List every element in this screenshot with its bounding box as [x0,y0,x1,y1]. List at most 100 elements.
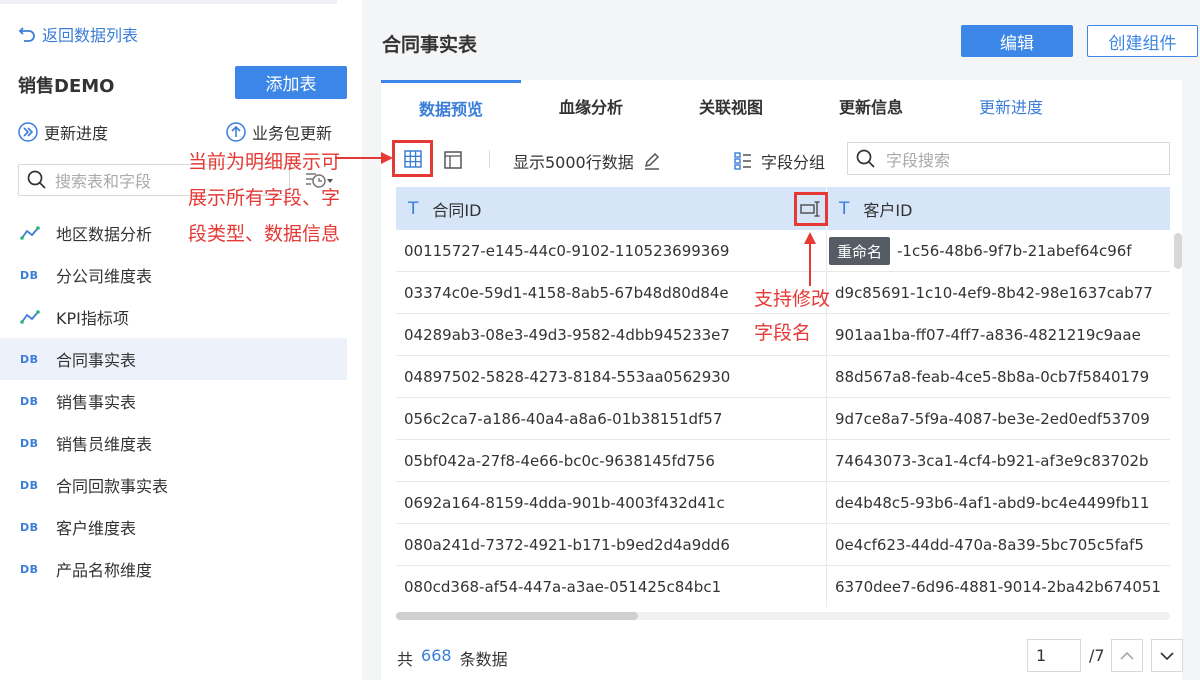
sidebar: 返回数据列表 销售DEMO 添加表 更新进度 业务包更新 搜索表和字段 地区数据… [0,0,362,680]
table-cell: 056c2ca7-a186-40a4-a8a6-01b38151df57 [396,398,827,439]
table-grid-icon [403,149,422,168]
add-table-button[interactable]: 添加表 [235,66,347,99]
business-update-label: 业务包更新 [252,124,333,143]
db-icon: DB [20,562,39,576]
table-cell: 05bf042a-27f8-4e66-bc0c-9638145fd756 [396,440,827,481]
row-count-setting[interactable]: 显示5000行数据 [513,149,662,173]
annotation-arrow-right-icon [335,152,393,164]
create-component-button[interactable]: 创建组件 [1087,25,1198,57]
db-icon: DB [20,436,39,450]
row-count-label: 显示5000行数据 [513,153,634,172]
table-row: 056c2ca7-a186-40a4-a8a6-01b38151df57 9d7c… [396,398,1170,440]
table-row: 080a241d-7372-4921-b171-b9ed2d4a9dd6 0e4c… [396,524,1170,566]
tab-relation-view[interactable]: 关联视图 [661,80,801,132]
table-header-row: T 合同ID T 客户ID [396,187,1170,230]
table-tree: 地区数据分析 DB 分公司维度表 KPI指标项 DB 合同事实表 DB 销售事实… [0,212,347,590]
field-group-label: 字段分组 [761,153,826,172]
double-chevron-icon [18,122,38,142]
record-count-prefix: 共 [397,650,414,669]
text-type-icon: T [408,198,419,219]
column-header-label: 客户ID [863,200,913,220]
chevron-up-icon [1120,651,1134,660]
page-number-input[interactable]: 1 [1027,639,1081,672]
detail-view-button[interactable] [392,140,433,177]
tab-update-info[interactable]: 更新信息 [801,80,941,132]
update-progress-label: 更新进度 [44,124,109,143]
page-total: /7 [1089,646,1105,665]
upload-circle-icon [226,122,246,142]
rename-tooltip: 重命名 [829,237,891,265]
table-cell: 0692a164-8159-4dda-901b-4003f432d41c [396,482,827,523]
record-count-suffix: 条数据 [459,650,508,669]
back-link-label: 返回数据列表 [42,26,139,45]
table-cell: 6370dee7-6d96-4881-9014-2ba42b674051 [835,577,1161,596]
sidebar-item-label: 产品名称维度 [56,561,153,580]
sidebar-item-branch-dim[interactable]: DB 分公司维度表 [0,254,347,296]
tab-data-preview[interactable]: 数据预览 [381,80,521,132]
sidebar-item-product-dim[interactable]: DB 产品名称维度 [0,548,347,590]
db-icon: DB [20,352,39,366]
table-cell: 04897502-5828-4273-8184-553aa0562930 [396,356,827,397]
back-to-list-link[interactable]: 返回数据列表 [18,22,138,46]
db-icon: DB [20,478,39,492]
annotation-detail-view: 当前为明细展示可展示所有字段、字段类型、数据信息 [188,151,341,245]
record-count-number: 668 [421,646,452,665]
prev-page-button[interactable] [1111,639,1143,672]
rename-field-button[interactable] [794,192,828,226]
search-icon [856,149,875,168]
table-cell: 88d567a8-feab-4ce5-8b8a-0cb7f5840179 [835,367,1150,386]
db-icon: DB [20,394,39,408]
table-row: 0692a164-8159-4dda-901b-4003f432d41c de4b… [396,482,1170,524]
sidebar-item-sales-fact[interactable]: DB 销售事实表 [0,380,347,422]
next-page-button[interactable] [1151,639,1183,672]
app-root: 返回数据列表 销售DEMO 添加表 更新进度 业务包更新 搜索表和字段 地区数据… [0,0,1200,680]
table-row: 080cd368-af54-447a-a3ae-051425c84bc1 6370… [396,566,1170,607]
layout-view-icon[interactable] [443,150,463,170]
tab-update-progress[interactable]: 更新进度 [941,80,1081,132]
annotation-arrow-up-icon [804,232,816,286]
table-cell: 9d7ce8a7-5f9a-4087-be3e-2ed0edf53709 [835,409,1150,428]
table-cell: 080cd368-af54-447a-a3ae-051425c84bc1 [396,566,827,607]
db-icon: DB [20,268,39,282]
return-arrow-icon [18,27,35,42]
column-header-customer-id[interactable]: T 客户ID [827,187,1170,230]
table-row: 04897502-5828-4273-8184-553aa0562930 88d5… [396,356,1170,398]
edit-pencil-icon [644,152,659,170]
sidebar-item-label: 合同事实表 [56,351,137,370]
table-cell: 080a241d-7372-4921-b171-b9ed2d4a9dd6 [396,524,827,565]
sidebar-item-label: 销售员维度表 [56,435,153,454]
rename-icon [800,201,820,217]
sidebar-item-label: 地区数据分析 [56,225,153,244]
data-table: T 合同ID T 客户ID 00115727-e145-44c0-9102-11… [396,187,1170,607]
sidebar-item-salesperson-dim[interactable]: DB 销售员维度表 [0,422,347,464]
field-group-button[interactable]: 字段分组 [733,149,825,173]
project-title: 销售DEMO [18,76,115,97]
update-progress-link[interactable]: 更新进度 [18,120,108,144]
column-header-contract-id[interactable]: T 合同ID [396,187,828,230]
sidebar-item-customer-dim[interactable]: DB 客户维度表 [0,506,347,548]
sidebar-item-contract-fact[interactable]: DB 合同事实表 [0,338,347,380]
sidebar-item-label: KPI指标项 [56,309,129,328]
table-cell: d9c85691-1c10-4ef9-8b42-98e1637cab77 [835,283,1153,302]
preview-toolbar: 显示5000行数据 字段分组 字段搜索 [381,140,1182,178]
sidebar-top-divider [0,0,337,4]
tab-lineage[interactable]: 血缘分析 [521,80,661,132]
edit-button[interactable]: 编辑 [961,25,1073,57]
business-package-update-link[interactable]: 业务包更新 [226,120,332,144]
page-title: 合同事实表 [382,34,478,56]
sidebar-item-contract-payment-fact[interactable]: DB 合同回款事实表 [0,464,347,506]
field-search-placeholder: 字段搜索 [886,150,951,170]
column-header-label: 合同ID [432,200,482,220]
annotation-rename-field: 支持修改字段名 [754,288,831,344]
db-icon: DB [20,520,39,534]
table-search-placeholder: 搜索表和字段 [55,172,152,191]
analysis-icon [20,310,40,324]
sidebar-item-label: 客户维度表 [56,519,137,538]
field-search-input[interactable]: 字段搜索 [847,142,1170,175]
horizontal-scrollbar[interactable] [396,612,638,620]
sidebar-item-kpi[interactable]: KPI指标项 [0,296,347,338]
sidebar-item-label: 合同回款事实表 [56,477,169,496]
record-count: 共 668 条数据 [397,646,508,670]
table-cell: 00115727-e145-44c0-9102-110523699369 [396,230,827,271]
vertical-scrollbar[interactable] [1174,233,1182,269]
